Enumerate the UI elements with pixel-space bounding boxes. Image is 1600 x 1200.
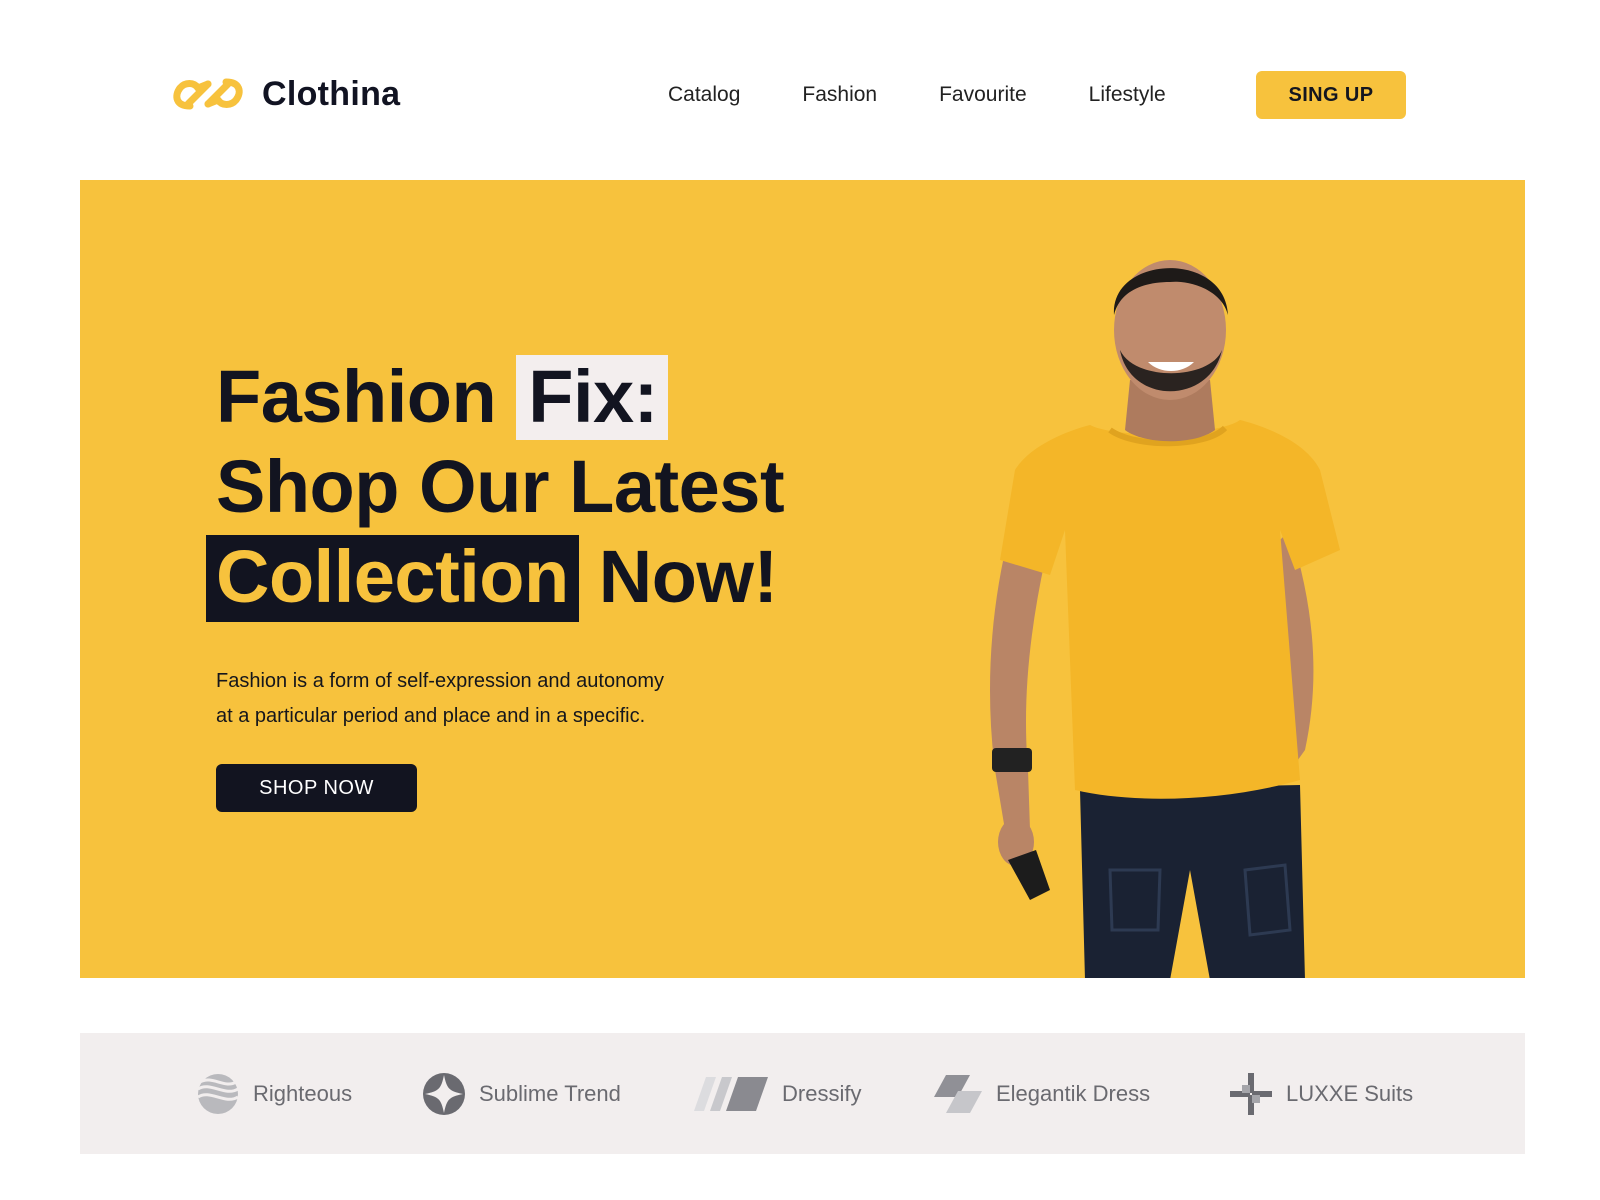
brand-name: Elegantik Dress [996,1081,1151,1106]
slanted-bars-icon [694,1077,768,1111]
stacked-parallelogram-icon [934,1075,982,1113]
brand-dressify[interactable]: Dressify [692,1071,861,1117]
logo-text: Clothina [262,74,401,113]
headline-line-1: Fashion Fix: [216,352,784,442]
nav-catalog[interactable]: Catalog [668,80,740,110]
brand-sublime-trend[interactable]: Sublime Trend [421,1071,621,1117]
brand-elegantik-dress[interactable]: Elegantik Dress [932,1071,1150,1117]
nav-lifestyle[interactable]: Lifestyle [1089,80,1166,110]
headline-word-now: Now! [598,535,778,618]
wave-sphere-icon [197,1074,239,1114]
logo-infinity-icon [173,78,243,110]
site-header: Clothina Catalog Fashion Favourite Lifes… [0,0,1600,175]
logo[interactable]: Clothina [168,74,400,114]
brand-luxxe-suits[interactable]: LUXXE Suits [1228,1071,1413,1117]
headline-word-fashion: Fashion [216,355,497,438]
hero-subtext: Fashion is a form of self-expression and… [216,664,756,734]
brand-logos-strip: Righteous Sublime Trend Dressify Elegant… [80,1033,1525,1154]
signup-button[interactable]: SING UP [1256,71,1406,119]
brand-name: LUXXE Suits [1286,1081,1414,1106]
hero-subtext-line-1: Fashion is a form of self-expression and… [216,670,664,692]
nav-fashion[interactable]: Fashion [802,80,877,110]
hero-banner: Fashion Fix: Shop Our Latest Collection … [80,180,1525,978]
hero-model-image [990,260,1340,978]
main-nav: Catalog Fashion Favourite Lifestyle [668,80,1166,110]
headline-highlight-fix: Fix: [516,355,668,440]
hero-headline: Fashion Fix: Shop Our Latest Collection … [206,352,785,622]
brand-name: Sublime Trend [479,1081,621,1106]
headline-line-2: Shop Our Latest [216,445,785,528]
headline-line-3: Collection Now! [206,532,784,622]
brand-righteous[interactable]: Righteous [195,1071,352,1117]
brand-name: Righteous [253,1081,353,1106]
star-circle-icon [423,1073,465,1115]
hero-subtext-line-2: at a particular period and place and in … [216,705,646,727]
shop-now-button[interactable]: SHOP NOW [216,764,417,812]
cross-pinwheel-icon [1230,1073,1272,1115]
nav-favourite[interactable]: Favourite [939,80,1027,110]
headline-highlight-collection: Collection [206,535,579,622]
brand-name: Dressify [782,1081,862,1106]
